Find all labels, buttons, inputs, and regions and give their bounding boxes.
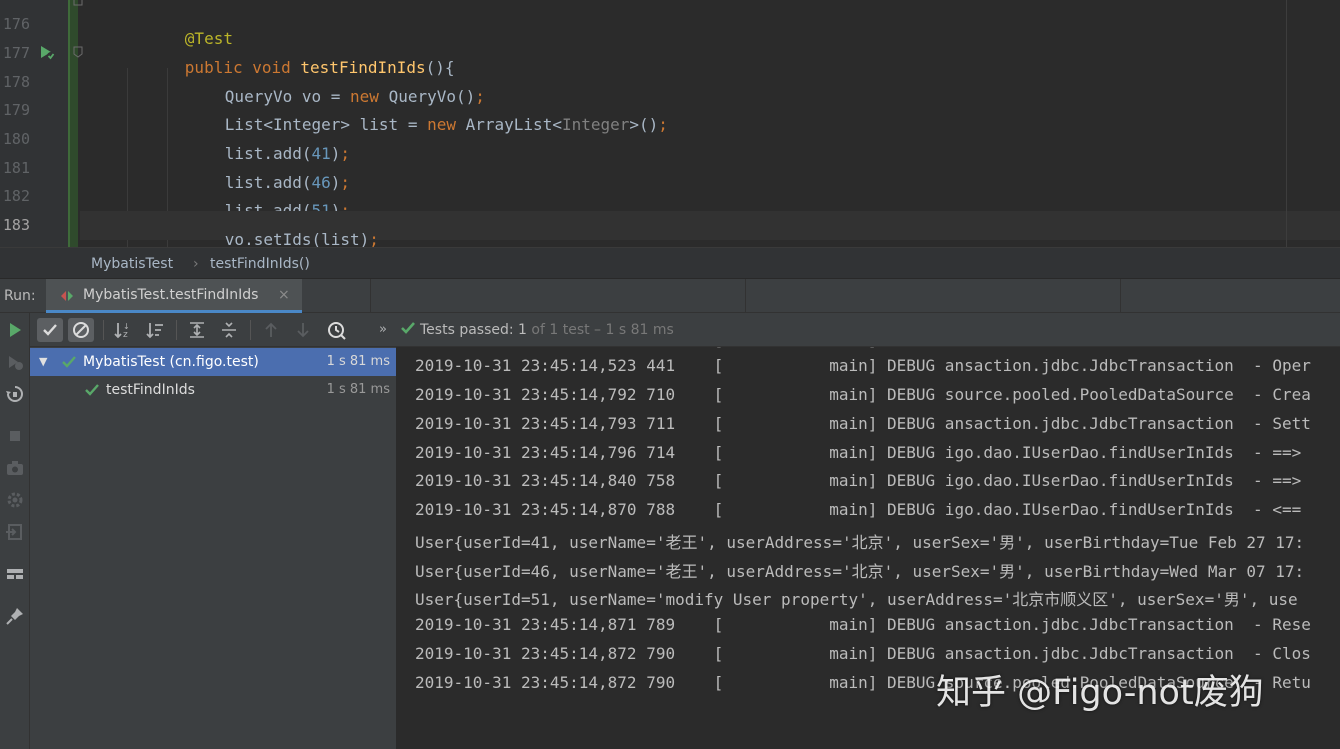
expand-arrow-icon[interactable]: ▼ (39, 348, 47, 376)
console-line: 2019-10-31 23:45:14,523 441 [ main] DEBU… (415, 356, 1311, 375)
expand-all-button[interactable] (184, 318, 210, 342)
run-tool-window-header: Run: MybatisTest.testFindInIds × (0, 279, 1340, 313)
console-line: 2019-10-31 23:45:14,871 789 [ main] DEBU… (415, 615, 1311, 634)
stop-icon[interactable] (4, 425, 26, 447)
test-config-icon (61, 291, 73, 301)
test-duration: 1 s 81 ms (326, 382, 390, 397)
expand-all-icon (190, 322, 204, 338)
sort-alphabetically-button[interactable]: ↓ z (110, 318, 136, 342)
run-test-gutter-icon[interactable] (38, 43, 56, 61)
tree-node-test[interactable]: testFindInIds 1 s 81 ms (30, 376, 396, 404)
test-runner-toolbar: ↓ z » Tests passed: 1 of 1 test – 1 s 81… (30, 313, 1340, 347)
code-line-180: list.add(41); (224, 144, 351, 163)
console-line: 2019-10-31 23:45:14,796 714 [ main] DEBU… (415, 443, 1302, 462)
tree-node-suite[interactable]: ▼ MybatisTest (cn.figo.test) 1 s 81 ms (30, 348, 396, 376)
line-number-gutter: 176 177 178 179 180 181 182 183 (0, 0, 68, 247)
more-actions-icon[interactable]: » (379, 313, 387, 347)
rerun-failed-icon[interactable] (4, 351, 26, 373)
next-failed-button[interactable] (290, 318, 316, 342)
code-line-178: QueryVo vo = new QueryVo(); (224, 87, 485, 106)
sort-duration-icon (146, 323, 163, 339)
console-line: 2019-10-31 23:45:14,792 710 [ main] DEBU… (415, 385, 1311, 404)
sort-by-duration-button[interactable] (142, 318, 168, 342)
run-label: Run: (4, 288, 36, 304)
console-line: User{userId=41, userName='老王', userAddre… (415, 533, 1305, 552)
test-history-button[interactable] (324, 318, 350, 342)
test-status: Tests passed: 1 of 1 test – 1 s 81 ms (400, 313, 674, 347)
layout-icon[interactable] (4, 563, 26, 585)
run-tab-label: MybatisTest.testFindInIds (83, 287, 259, 303)
arrow-up-icon (265, 322, 277, 337)
show-passed-toggle[interactable] (37, 318, 63, 342)
test-results-tree[interactable]: ▼ MybatisTest (cn.figo.test) 1 s 81 ms t… (30, 347, 397, 749)
console-line: 2019-10-31 23:45:14,793 711 [ main] DEBU… (415, 414, 1311, 433)
collapse-all-button[interactable] (216, 318, 242, 342)
code-editor[interactable]: 176 177 178 179 180 181 182 183 @Test pu… (0, 0, 1340, 247)
console-line: User{userId=46, userName='老王', userAddre… (415, 562, 1305, 581)
sort-alpha-icon: ↓ z (114, 322, 130, 340)
arrow-down-icon (297, 323, 309, 338)
line-number: 179 (2, 101, 30, 119)
watermark: 知乎 @Figo-not废狗 (936, 673, 1264, 713)
passed-check-icon (401, 322, 415, 334)
svg-text:z: z (123, 330, 128, 340)
toggle-auto-test-icon[interactable] (4, 383, 26, 405)
run-left-toolbar (0, 313, 30, 749)
breadcrumb-class[interactable]: MybatisTest (91, 248, 173, 280)
line-number: 181 (2, 159, 30, 177)
suite-name: MybatisTest (cn.figo.test) (83, 354, 259, 370)
ignored-icon (73, 322, 89, 338)
code-line-182: list.add(51); (80, 182, 1340, 220)
code-line-179: List<Integer> list = new ArrayList<Integ… (224, 115, 668, 134)
show-ignored-toggle[interactable] (68, 318, 94, 342)
breadcrumb: MybatisTest › testFindInIds() (0, 247, 1340, 279)
pin-icon[interactable] (4, 605, 26, 627)
suite-duration: 1 s 81 ms (326, 354, 390, 369)
vcs-change-marker (68, 0, 78, 247)
code-line-176: @Test (184, 29, 233, 48)
console-line: 2019-10-31 23:45:14,870 788 [ main] DEBU… (415, 500, 1302, 519)
line-number: 176 (2, 15, 30, 33)
code-area[interactable]: @Test public void testFindInIds(){ Query… (80, 0, 1340, 247)
console-line: 2019-10-31 23:45:14,840 758 [ main] DEBU… (415, 471, 1302, 490)
breadcrumb-method[interactable]: testFindInIds() (210, 248, 310, 280)
line-number: 180 (2, 130, 30, 148)
code-line-181: list.add(46); (224, 173, 351, 192)
line-number: 177 (2, 44, 30, 62)
gear-icon[interactable] (4, 489, 26, 511)
camera-icon[interactable] (4, 457, 26, 479)
passed-check-icon (62, 356, 76, 368)
line-number: 182 (2, 187, 30, 205)
right-margin-guide (1286, 0, 1287, 247)
passed-check-icon (85, 384, 99, 396)
exit-icon[interactable] (4, 521, 26, 543)
previous-failed-button[interactable] (258, 318, 284, 342)
line-number: 178 (2, 73, 30, 91)
code-line-177: public void testFindInIds(){ (184, 58, 455, 77)
clock-icon (328, 322, 346, 340)
close-tab-icon[interactable]: × (278, 279, 290, 311)
run-config-tab[interactable]: MybatisTest.testFindInIds × (46, 279, 302, 313)
test-name: testFindInIds (106, 382, 195, 398)
line-number: 183 (2, 216, 30, 234)
collapse-all-icon (222, 322, 236, 338)
rerun-icon[interactable] (4, 319, 26, 341)
checkmark-icon (43, 324, 57, 336)
breadcrumb-separator-icon: › (193, 256, 199, 272)
code-line-183-current: vo.setIds(list); (80, 211, 1340, 247)
console-line: User{userId=51, userName='modify User pr… (415, 590, 1298, 609)
